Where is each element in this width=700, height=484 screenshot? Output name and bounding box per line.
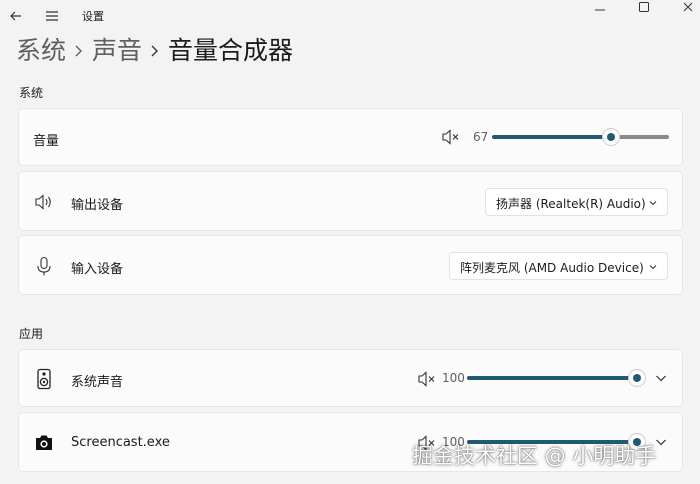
slider-thumb[interactable] — [602, 128, 620, 146]
app-volume-value: 100 — [442, 371, 465, 385]
section-label-system: 系统 — [19, 86, 44, 100]
title-bar: 设置 — [0, 0, 700, 32]
microphone-icon — [33, 255, 55, 277]
output-device-card: 输出设备 扬声器 (Realtek(R) Audio) — [18, 171, 683, 231]
slider-track-fill — [467, 376, 637, 380]
volume-card: 音量 67 — [18, 108, 683, 166]
chevron-right-icon — [142, 34, 168, 68]
watermark: 掘金技术社区 @ 小明助手 — [412, 444, 657, 468]
hamburger-menu-icon[interactable] — [42, 6, 62, 26]
volume-label: 音量 — [33, 134, 60, 149]
page-title: 音量合成器 — [168, 36, 294, 65]
app-volume-card: 系统声音 100 — [18, 349, 683, 407]
chevron-down-icon[interactable] — [653, 370, 669, 386]
output-device-dropdown[interactable]: 扬声器 (Realtek(R) Audio) — [485, 188, 668, 216]
slider-thumb[interactable] — [628, 369, 646, 387]
input-device-dropdown[interactable]: 阵列麦克风 (AMD Audio Device) — [449, 252, 668, 280]
chevron-down-icon — [647, 261, 659, 273]
app-name: Screencast.exe — [71, 435, 170, 450]
speaker-muted-icon[interactable] — [440, 126, 462, 148]
slider-track-fill — [492, 135, 611, 139]
volume-value: 67 — [473, 130, 489, 144]
camera-icon — [33, 432, 55, 454]
speaker-icon — [33, 191, 55, 213]
app-name: 系统声音 — [71, 375, 124, 390]
input-device-card: 输入设备 阵列麦克风 (AMD Audio Device) — [18, 235, 683, 295]
breadcrumb: 系统 声音 音量合成器 — [16, 34, 293, 68]
back-arrow-icon[interactable] — [6, 6, 26, 26]
minimize-icon[interactable] — [588, 0, 612, 20]
input-device-label: 输入设备 — [71, 262, 124, 277]
app-volume-slider[interactable] — [467, 369, 646, 387]
chevron-down-icon — [647, 197, 659, 209]
input-device-value: 阵列麦克风 (AMD Audio Device) — [460, 261, 644, 275]
close-icon[interactable] — [676, 0, 700, 20]
settings-window: 设置 系统 声音 音量合成器 系统 音量 67 输出设备 扬声器 (Realte… — [0, 0, 700, 484]
section-label-apps: 应用 — [19, 327, 44, 341]
maximize-icon[interactable] — [632, 0, 656, 20]
output-device-label: 输出设备 — [71, 198, 124, 213]
master-volume-slider[interactable] — [492, 128, 669, 146]
system-sounds-icon — [33, 368, 55, 390]
breadcrumb-item-sound[interactable]: 声音 — [92, 34, 142, 68]
chevron-right-icon — [66, 34, 92, 68]
output-device-value: 扬声器 (Realtek(R) Audio) — [496, 197, 646, 211]
speaker-muted-icon[interactable] — [416, 368, 438, 390]
breadcrumb-item-system[interactable]: 系统 — [16, 34, 66, 68]
window-title: 设置 — [82, 10, 104, 23]
